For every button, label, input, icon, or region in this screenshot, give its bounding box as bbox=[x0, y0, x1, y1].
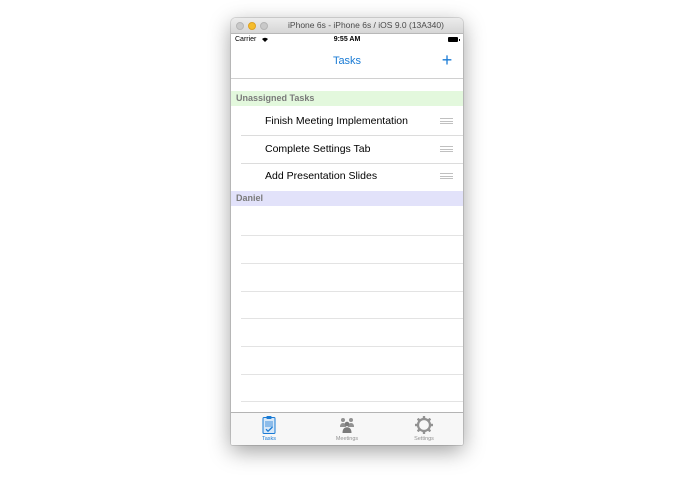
task-row[interactable]: Add Presentation Slides bbox=[231, 162, 463, 190]
tab-label: Tasks bbox=[261, 436, 277, 442]
section-header-unassigned: Unassigned Tasks bbox=[231, 91, 463, 106]
reorder-handle-icon[interactable] bbox=[440, 118, 453, 124]
tab-bar: Tasks Meetings Settings bbox=[231, 412, 463, 445]
page-title: Tasks bbox=[332, 55, 362, 67]
zoom-window-button[interactable] bbox=[260, 22, 268, 30]
tab-label: Meetings bbox=[335, 436, 359, 442]
reorder-handle-icon[interactable] bbox=[440, 146, 453, 152]
empty-row-separator bbox=[241, 374, 463, 375]
clipboard-check-icon bbox=[262, 416, 276, 434]
task-row[interactable]: Complete Settings Tab bbox=[231, 135, 463, 163]
empty-row-separator bbox=[241, 318, 463, 319]
tab-label: Settings bbox=[414, 436, 434, 442]
empty-row-separator bbox=[241, 346, 463, 347]
add-task-button[interactable]: + bbox=[437, 50, 457, 70]
battery-icon bbox=[448, 37, 460, 42]
status-time: 9:55 AM bbox=[333, 36, 361, 43]
task-label: Finish Meeting Implementation bbox=[265, 115, 408, 127]
tab-settings[interactable]: Settings bbox=[394, 413, 454, 445]
tab-tasks[interactable]: Tasks bbox=[239, 413, 299, 445]
simulator-window: iPhone 6s - iPhone 6s / iOS 9.0 (13A340)… bbox=[231, 18, 463, 445]
window-title: iPhone 6s - iPhone 6s / iOS 9.0 (13A340) bbox=[288, 20, 444, 30]
plus-icon: + bbox=[441, 50, 453, 70]
section-header-daniel: Daniel bbox=[231, 191, 463, 206]
gear-icon bbox=[415, 416, 433, 434]
people-group-icon bbox=[340, 418, 354, 433]
tab-meetings[interactable]: Meetings bbox=[317, 413, 377, 445]
window-titlebar[interactable]: iPhone 6s - iPhone 6s / iOS 9.0 (13A340) bbox=[231, 18, 463, 34]
reorder-handle-icon[interactable] bbox=[440, 173, 453, 179]
empty-row-separator bbox=[241, 263, 463, 264]
minimize-window-button[interactable] bbox=[248, 22, 256, 30]
empty-row-separator bbox=[241, 401, 463, 402]
status-bar: Carrier 9:55 AM bbox=[231, 34, 463, 46]
task-label: Add Presentation Slides bbox=[265, 170, 378, 182]
empty-row-separator bbox=[241, 235, 463, 236]
task-label: Complete Settings Tab bbox=[265, 143, 371, 155]
empty-row-separator bbox=[241, 291, 463, 292]
close-window-button[interactable] bbox=[236, 22, 244, 30]
task-row[interactable]: Finish Meeting Implementation bbox=[231, 107, 463, 135]
phone-screen: Carrier 9:55 AM Tasks + Unassigned Tasks… bbox=[231, 34, 463, 445]
navigation-bar: Tasks + bbox=[231, 46, 463, 79]
